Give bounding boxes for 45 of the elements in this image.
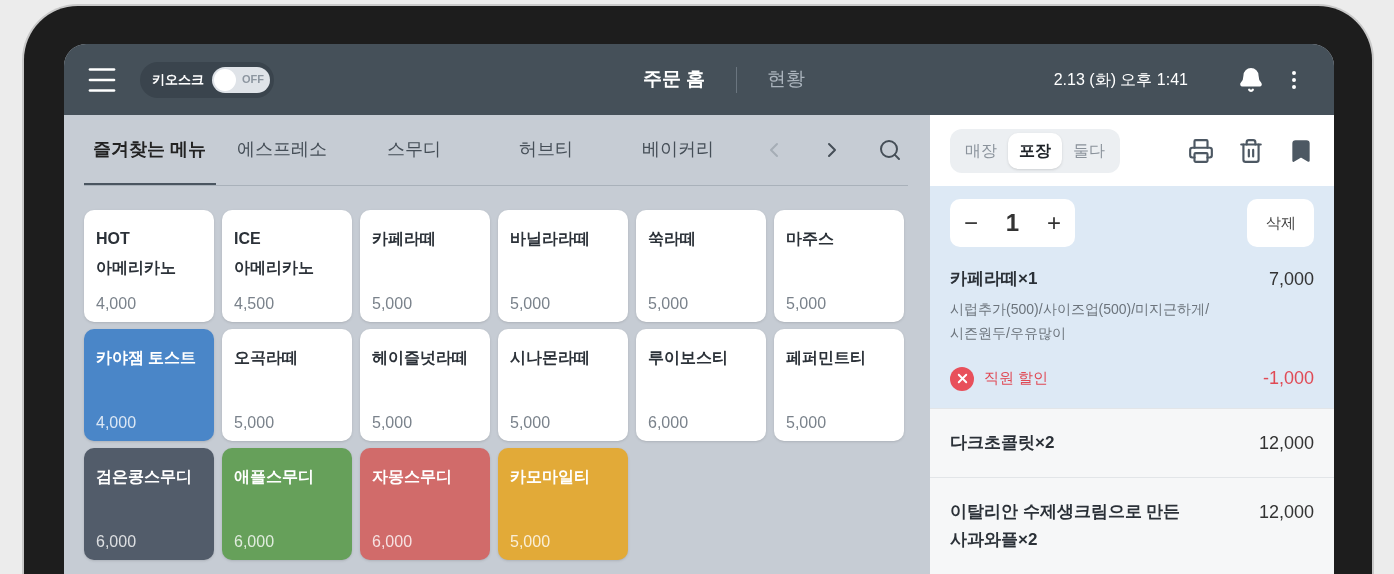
menu-tile[interactable]: 시나몬라떼 5,000 xyxy=(498,329,628,441)
search-icon[interactable] xyxy=(878,138,902,162)
decrease-button[interactable]: − xyxy=(963,205,978,241)
trash-icon[interactable] xyxy=(1238,137,1264,164)
category-tab[interactable]: 베이커리 xyxy=(612,115,744,185)
menu-tile[interactable]: 카페라떼 5,000 xyxy=(360,210,490,322)
delete-button[interactable]: 삭제 xyxy=(1247,199,1314,247)
nav-tab[interactable]: 현황 xyxy=(766,65,805,94)
remove-icon[interactable] xyxy=(950,366,974,391)
discount-amount: -1,000 xyxy=(1262,367,1314,390)
item-price: 7,000 xyxy=(1268,268,1314,291)
quantity-value: 1 xyxy=(1005,208,1020,238)
menu-tile[interactable]: 검은콩스무디 6,000 xyxy=(84,448,214,560)
order-item[interactable]: 다크초콜릿×2 12,000 xyxy=(930,409,1334,478)
order-type-option[interactable]: 포장 xyxy=(1008,132,1062,169)
item-name: 이탈리안 수제생크림으로 만든 사과와플×2 xyxy=(950,501,1181,551)
kiosk-toggle[interactable]: 키오스크 OFF xyxy=(140,61,274,98)
category-tab[interactable]: 에스프레소 xyxy=(216,115,348,185)
item-price: 12,000 xyxy=(1258,501,1314,524)
discount-label: 직원 할인 xyxy=(984,368,1049,389)
menu-tile[interactable]: 루이보스티 6,000 xyxy=(636,329,766,441)
item-price: 12,000 xyxy=(1258,432,1314,455)
item-options: 시즌원두/우유많이 xyxy=(950,321,1314,345)
menu-tile[interactable]: 헤이즐넛라떼 5,000 xyxy=(360,329,490,441)
category-tab[interactable]: 스무디 xyxy=(348,115,480,185)
order-item[interactable]: 이탈리안 수제생크림으로 만든 사과와플×2 12,000 xyxy=(930,478,1334,574)
item-options: 시럽추가(500)/사이즈업(500)/미지근하게/ xyxy=(950,297,1314,321)
menu-tile[interactable]: 오곡라떼 5,000 xyxy=(222,329,352,441)
bell-icon[interactable] xyxy=(1238,66,1264,93)
menu-tile[interactable]: 카야잼 토스트 4,000 xyxy=(84,329,214,441)
item-name: 카페라떼×1 xyxy=(950,268,1038,290)
menu-tile[interactable]: 페퍼민트티 5,000 xyxy=(774,329,904,441)
printer-icon[interactable] xyxy=(1188,137,1214,164)
order-item[interactable]: − 1 + 삭제 카페라떼×1 7,000 시럽추가(500)/사이즈업(500)/미지근하게/ 시즌원두/우유많이 직원 할인 -1,000 xyxy=(930,186,1334,409)
nav-tab[interactable]: 주문 홈 xyxy=(643,65,706,94)
menu-tile[interactable]: 마주스 5,000 xyxy=(774,210,904,322)
item-name: 다크초콜릿×2 xyxy=(950,432,1055,454)
category-tab[interactable]: 허브티 xyxy=(480,115,612,185)
increase-button[interactable]: + xyxy=(1047,205,1062,241)
menu-tile[interactable]: 쑥라떼 5,000 xyxy=(636,210,766,322)
menu-tile[interactable]: 바닐라라떼 5,000 xyxy=(498,210,628,322)
menu-tile[interactable]: HOT 아메리카노 4,000 xyxy=(84,210,214,322)
menu-tile[interactable]: ICE 아메리카노 4,500 xyxy=(222,210,352,322)
date-time: 2.13 (화) 오후 1:41 xyxy=(1053,69,1188,90)
category-tab[interactable]: 즐겨찾는 메뉴 xyxy=(84,115,216,185)
